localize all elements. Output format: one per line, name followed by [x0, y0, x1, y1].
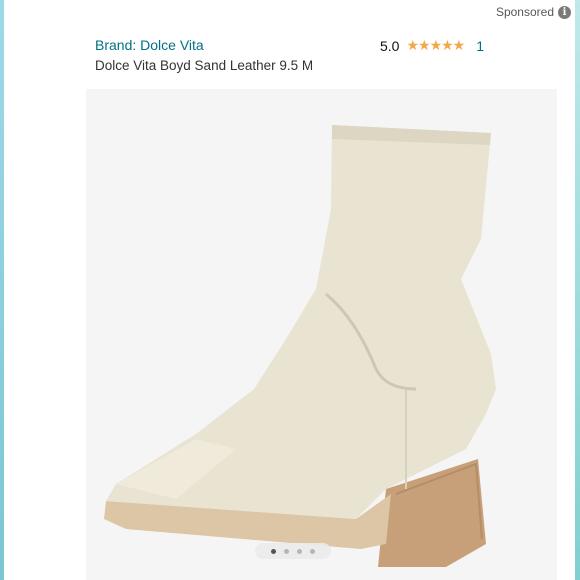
review-count-link[interactable]: 1: [476, 38, 484, 54]
star-rating-icon: ★★★★★: [406, 37, 465, 53]
info-icon[interactable]: i: [558, 5, 571, 19]
sponsored-product-card[interactable]: Sponsored i Brand: Dolce Vita Dolce Vita…: [4, 0, 575, 580]
carousel-dot-3[interactable]: [297, 548, 302, 554]
carousel-dot-1[interactable]: [271, 548, 276, 554]
sponsored-label[interactable]: Sponsored i: [496, 5, 571, 19]
brand-link[interactable]: Brand: Dolce Vita: [95, 37, 204, 53]
sponsored-text: Sponsored: [495, 5, 554, 19]
rating-value: 5.0: [380, 37, 400, 54]
carousel-dot-4[interactable]: [310, 548, 315, 554]
product-title[interactable]: Dolce Vita Boyd Sand Leather 9.5 M: [95, 58, 313, 73]
rating[interactable]: 5.0 ★★★★★ 1: [380, 37, 484, 54]
product-image[interactable]: [86, 89, 557, 580]
boot-image: [104, 125, 496, 567]
image-carousel-indicator[interactable]: [255, 543, 331, 559]
background-right-edge: [575, 0, 580, 580]
carousel-dot-2[interactable]: [284, 548, 289, 554]
